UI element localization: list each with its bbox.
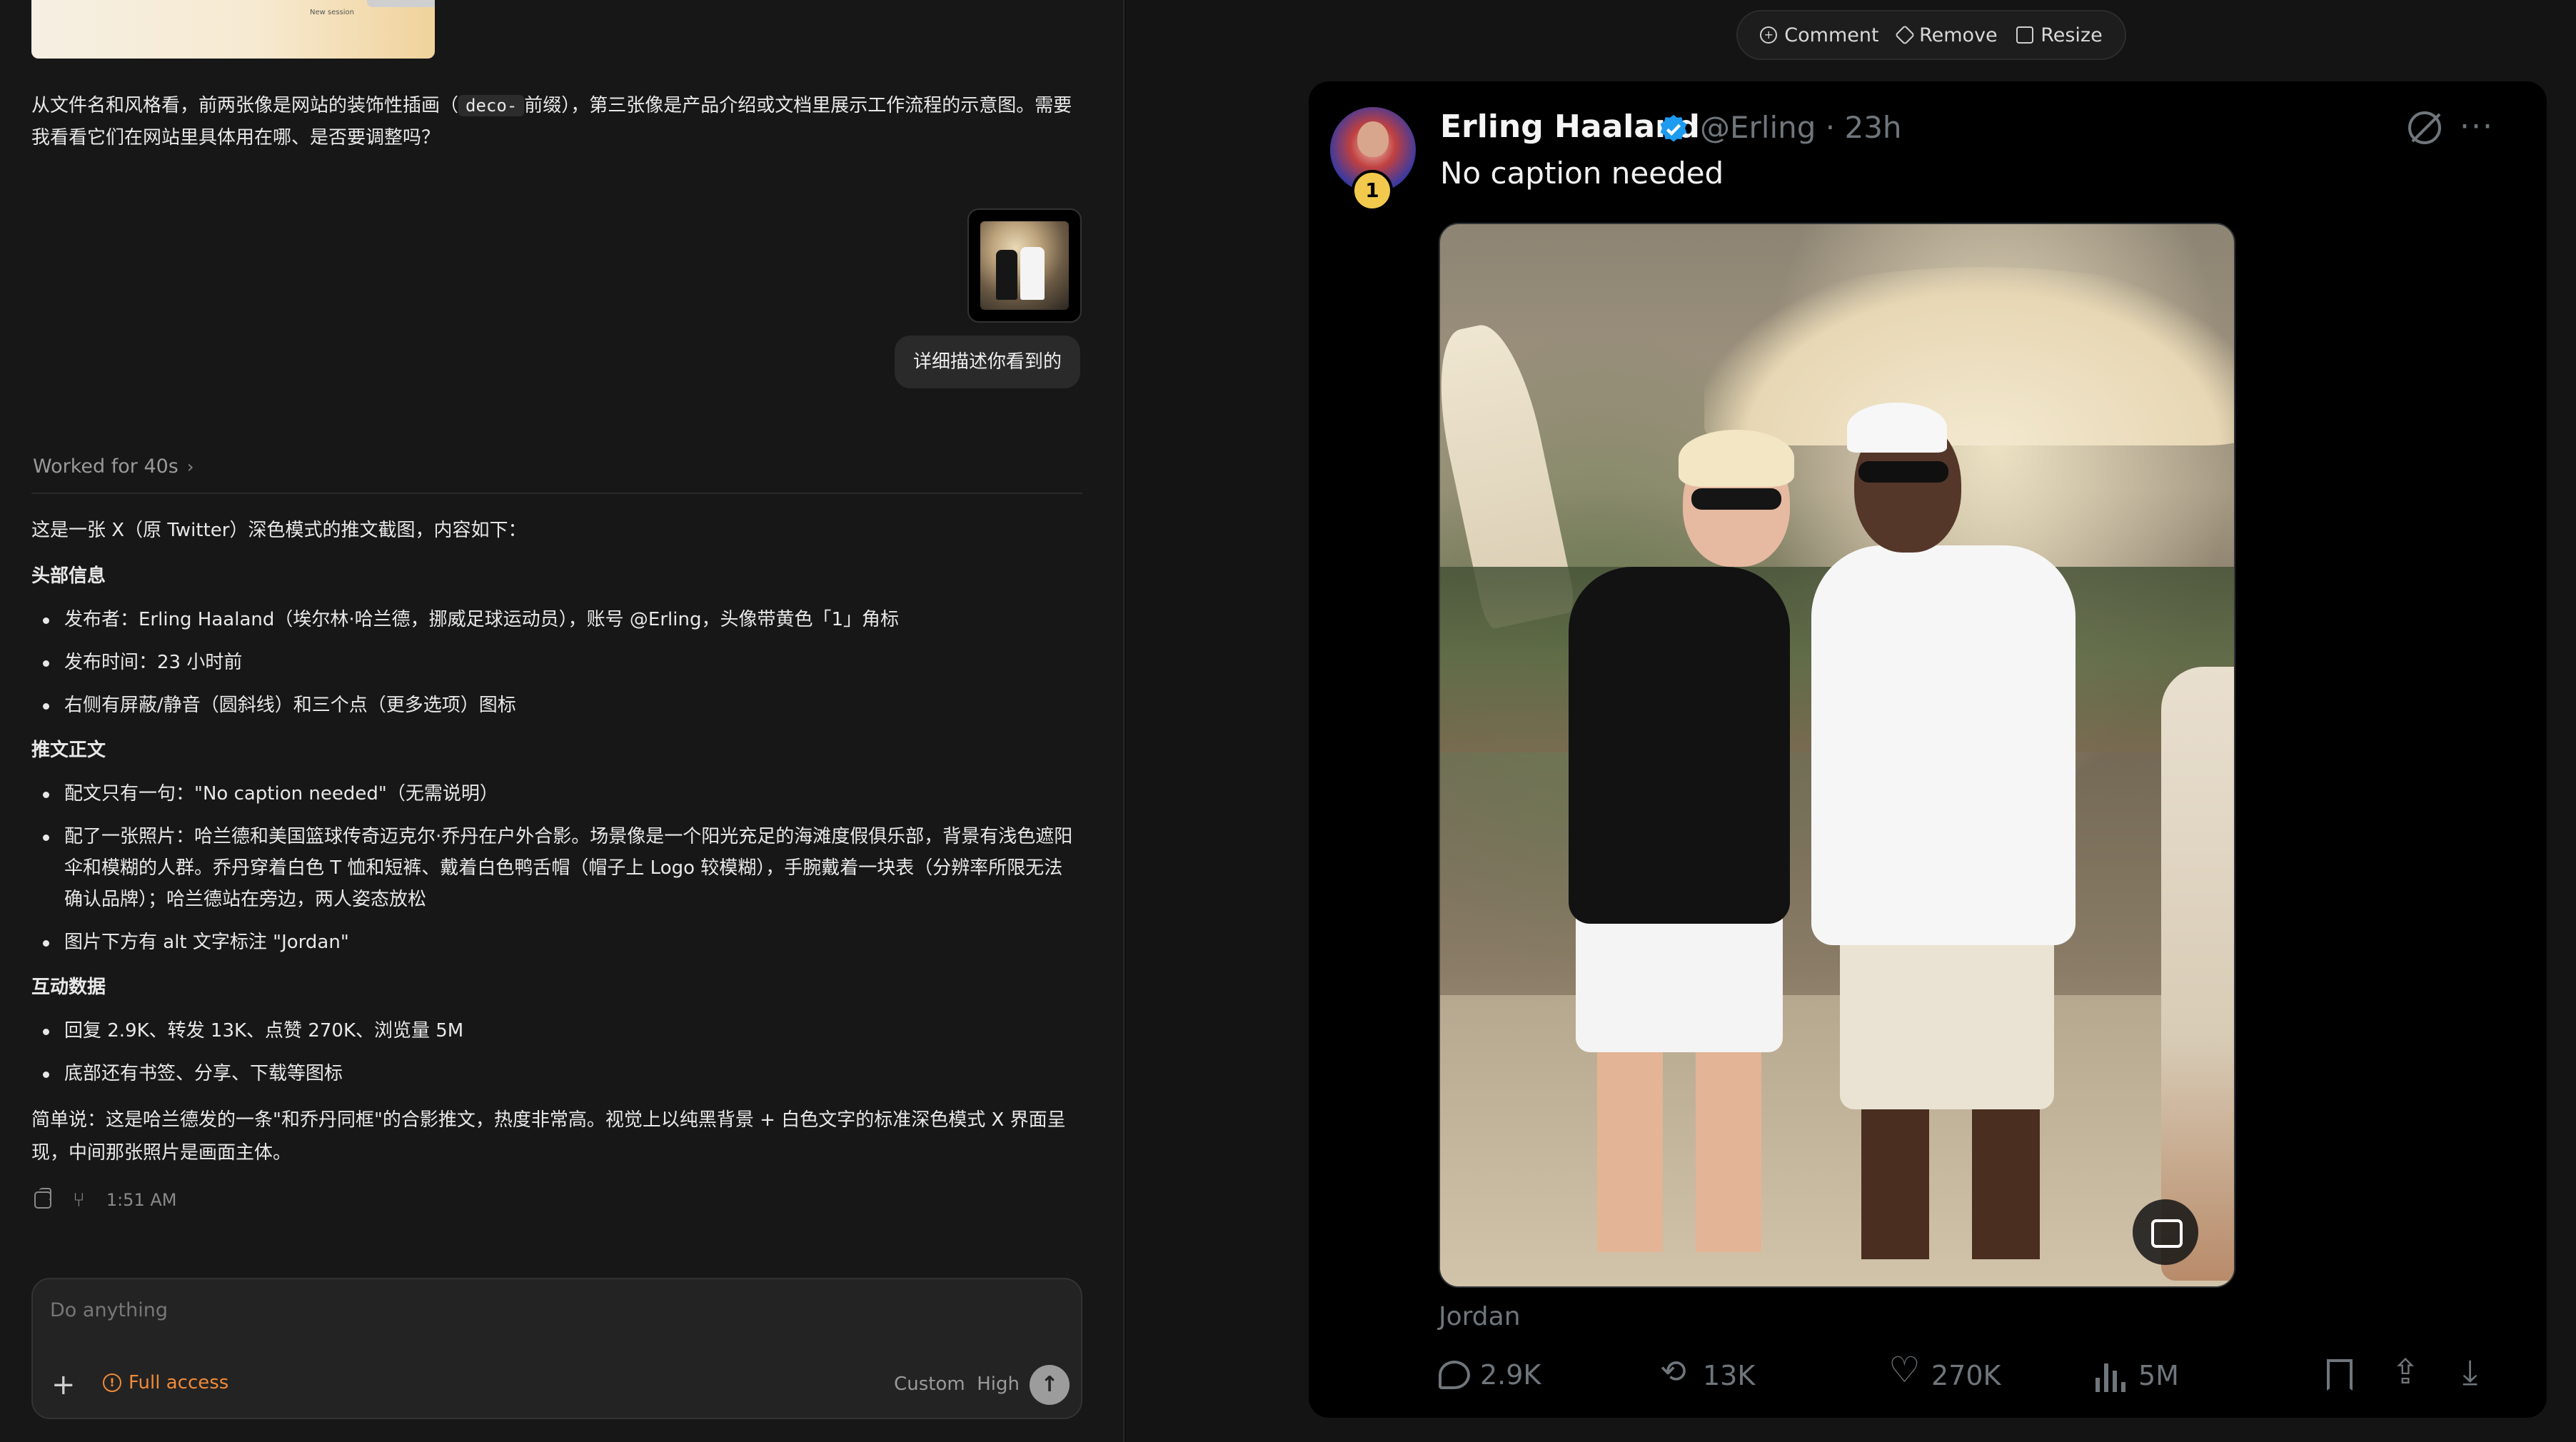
list-item: 右侧有屏蔽/静音（圆斜线）和三个点（更多选项）图标: [31, 690, 1081, 721]
copy-icon[interactable]: [34, 1187, 51, 1209]
list-item: 发布时间：23 小时前: [31, 647, 1081, 678]
download-icon[interactable]: [2460, 1352, 2492, 1393]
photo-figure-right-shorts: [1840, 924, 2054, 1109]
list-item: 回复 2.9K、转发 13K、点赞 270K、浏览量 5M: [31, 1015, 1081, 1047]
comment-button[interactable]: + Comment: [1760, 24, 1879, 46]
photo-figure-right-cap: [1847, 403, 1947, 453]
model-label: Custom: [894, 1373, 965, 1395]
assistant-message-previous: 从文件名和风格看，前两张像是网站的装饰性插画（ deco- 前缀），第三张像是产品介…: [31, 90, 1074, 154]
retweet-button[interactable]: 13K: [1660, 1353, 1756, 1392]
answer-intro: 这是一张 X（原 Twitter）深色模式的推文截图，内容如下：: [31, 520, 527, 541]
author-handle-time[interactable]: @Erling · 23h: [1700, 110, 1902, 145]
tweet-card: 1 Erling Haaland @Erling · 23h No captio…: [1309, 81, 2547, 1418]
section-heading: 头部信息: [31, 565, 106, 587]
user-message-bubble: 详细描述你看到的: [894, 336, 1080, 388]
photo-figure-left: [996, 250, 1017, 300]
section-heading: 互动数据: [31, 977, 106, 998]
comment-label: Comment: [1784, 24, 1879, 46]
composer[interactable]: Do anything + ! Full access Custom High …: [31, 1278, 1082, 1419]
verified-badge-icon: [1660, 114, 1687, 142]
previous-image-thumbnail[interactable]: New session: [31, 0, 435, 59]
heart-icon: [1888, 1349, 1921, 1392]
retweet-count: 13K: [1703, 1360, 1756, 1391]
send-button[interactable]: ↑: [1030, 1365, 1070, 1405]
chat-pane: New session 从文件名和风格看，前两张像是网站的装饰性插画（ deco-…: [0, 0, 1125, 1442]
branch-icon[interactable]: ⑂: [73, 1188, 85, 1211]
reply-icon: [1439, 1361, 1470, 1389]
retweet-icon: [1660, 1353, 1693, 1392]
views-button[interactable]: 5M: [2095, 1359, 2179, 1392]
section-heading: 推文正文: [31, 740, 106, 761]
attached-photo: [980, 221, 1069, 310]
list-item: 配文只有一句："No caption needed"（无需说明）: [31, 778, 1081, 810]
list-item: 发布者：Erling Haaland（埃尔林·哈兰德，挪威足球运动员），账号 @…: [31, 604, 1081, 635]
list-item: 底部还有书签、分享、下载等图标: [31, 1058, 1081, 1089]
photo-third-person: [2161, 667, 2234, 1281]
reply-button[interactable]: 2.9K: [1439, 1359, 1541, 1391]
image-alt-label: Jordan: [1439, 1302, 1521, 1331]
preview-pane: + Comment Remove Resize 1 Erling Haaland…: [1126, 0, 2576, 1442]
inline-code: deco-: [458, 95, 525, 116]
thumbnail-caption: New session: [310, 9, 355, 16]
photo-figure-right-shirt: [1811, 545, 2076, 945]
section-list: 回复 2.9K、转发 13K、点赞 270K、浏览量 5M 底部还有书签、分享、…: [31, 1015, 1081, 1089]
resize-button[interactable]: Resize: [2016, 24, 2103, 46]
user-attached-image[interactable]: [967, 208, 1082, 323]
tweet-text: No caption needed: [1440, 156, 1724, 191]
worked-for-label: Worked for 40s: [33, 455, 178, 478]
assistant-answer: 这是一张 X（原 Twitter）深色模式的推文截图，内容如下： 头部信息 发布…: [31, 514, 1081, 1169]
photo-figure-left-shirt: [1569, 567, 1790, 924]
access-mode-button[interactable]: ! Full access: [103, 1372, 228, 1393]
thumbnail-window-chrome: [367, 0, 435, 7]
photo-figure-right: [1020, 247, 1045, 300]
photo-figure-left-legs: [1597, 1038, 1761, 1252]
assistant-message-text: 从文件名和风格看，前两张像是网站的装饰性插画（: [31, 95, 459, 116]
annotation-toolbar: + Comment Remove Resize: [1736, 10, 2126, 60]
section-list: 发布者：Erling Haaland（埃尔林·哈兰德，挪威足球运动员），账号 @…: [31, 604, 1081, 721]
tweet-photo[interactable]: [1439, 223, 2235, 1288]
resize-icon: [2016, 26, 2034, 44]
eraser-icon: [1894, 24, 1916, 46]
worked-for-toggle[interactable]: Worked for 40s ›: [33, 455, 193, 478]
photo-figure-right-sunglasses: [1858, 461, 1948, 483]
reply-count: 2.9K: [1480, 1359, 1541, 1391]
access-mode-label: Full access: [129, 1372, 229, 1393]
like-count: 270K: [1931, 1360, 2001, 1391]
bookmark-icon[interactable]: [2327, 1359, 2353, 1391]
photo-umbrella: [1704, 267, 2234, 445]
comment-plus-icon: +: [1760, 26, 1778, 44]
divider: [31, 493, 1082, 494]
section-list: 配文只有一句："No caption needed"（无需说明） 配了一张照片：…: [31, 778, 1081, 958]
remove-label: Remove: [1919, 24, 1998, 46]
views-icon: [2095, 1359, 2128, 1392]
block-icon[interactable]: [2408, 111, 2441, 144]
photo-figure-left-hair: [1679, 430, 1794, 487]
composer-input[interactable]: Do anything: [50, 1299, 168, 1321]
resize-label: Resize: [2041, 24, 2103, 46]
answer-summary: 简单说：这是哈兰德发的一条"和乔丹同框"的合影推文，热度非常高。视觉上以纯黑背景…: [31, 1109, 1066, 1164]
more-options-icon[interactable]: ···: [2460, 109, 2494, 145]
like-button[interactable]: 270K: [1888, 1349, 2001, 1392]
rank-badge: 1: [1352, 170, 1393, 211]
image-edit-icon[interactable]: [2133, 1199, 2198, 1265]
tweet-actions: 2.9K 13K 270K 5M: [1439, 1349, 2510, 1402]
photo-figure-right-legs: [1861, 1095, 2040, 1259]
model-selector[interactable]: Custom High: [894, 1373, 1020, 1395]
photo-ground: [1440, 995, 2234, 1286]
warning-circle-icon: !: [103, 1373, 121, 1392]
effort-label: High: [977, 1373, 1020, 1395]
remove-button[interactable]: Remove: [1894, 24, 1998, 46]
chevron-right-icon: ›: [186, 456, 194, 477]
list-item: 配了一张照片：哈兰德和美国篮球传奇迈克尔·乔丹在户外合影。场景像是一个阳光充足的…: [31, 821, 1081, 915]
photo-figure-left-sunglasses: [1691, 488, 1781, 510]
add-attachment-button[interactable]: +: [51, 1371, 76, 1399]
message-actions: ⑂ 1:51 AM: [34, 1187, 177, 1211]
share-icon[interactable]: [2388, 1352, 2421, 1392]
views-count: 5M: [2138, 1360, 2179, 1391]
message-timestamp: 1:51 AM: [106, 1189, 177, 1210]
list-item: 图片下方有 alt 文字标注 "Jordan": [31, 927, 1081, 958]
